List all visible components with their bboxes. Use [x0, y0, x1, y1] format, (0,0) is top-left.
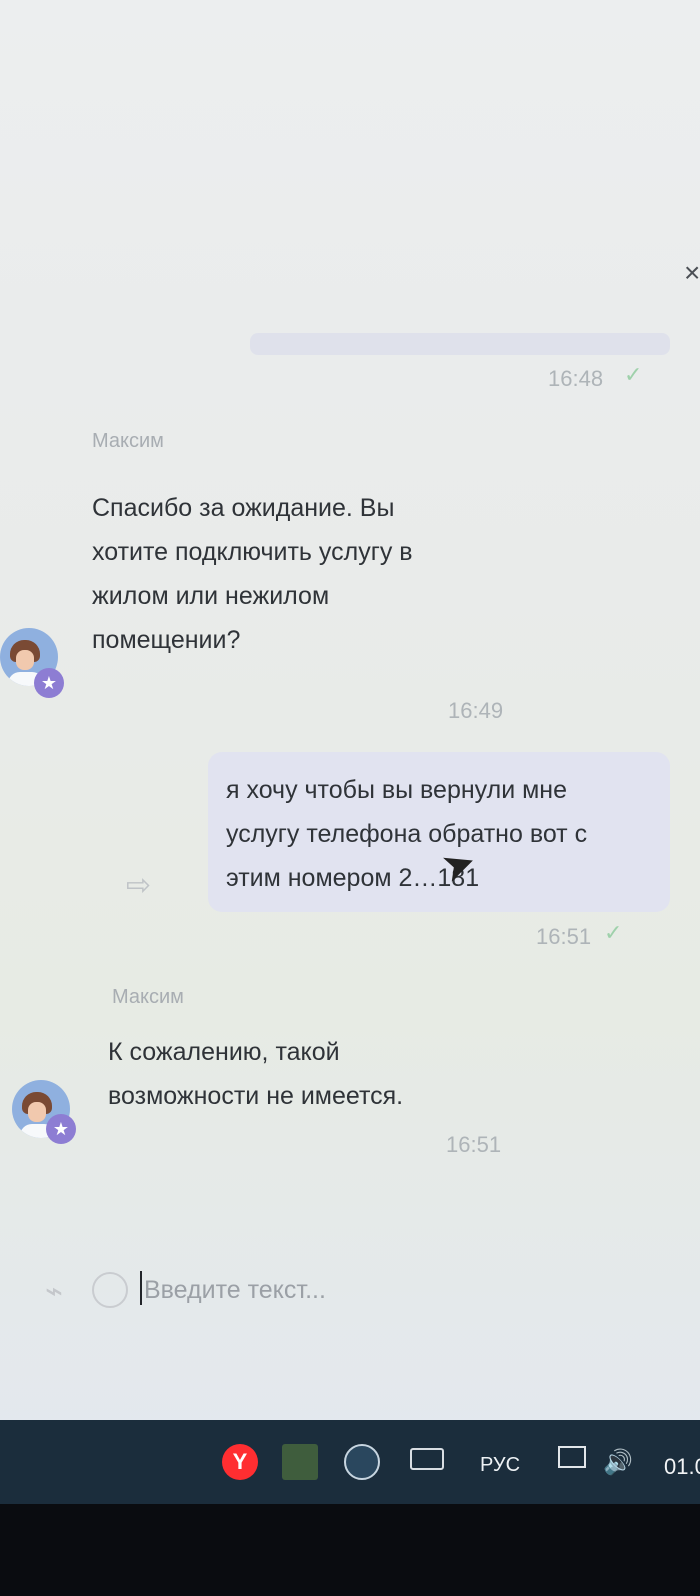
message-line: хотите подключить услугу в	[92, 538, 413, 566]
top-strip	[250, 333, 670, 355]
message-time: 16:51	[446, 1132, 502, 1157]
screen-bezel	[0, 1504, 700, 1596]
operator-message: К сожалению, такой возможности не имеетс…	[108, 1030, 403, 1118]
message-line: помещении?	[92, 626, 241, 654]
sender-name: Максим	[92, 430, 164, 452]
message-time: 16:49	[448, 698, 504, 723]
message-time: 16:51	[536, 924, 592, 949]
taskbar-date[interactable]: 01.0	[664, 1454, 700, 1480]
message-line: Спасибо за ожидание. Вы	[92, 494, 395, 522]
message-line: я хочу чтобы вы вернули мне	[226, 776, 568, 804]
network-icon[interactable]	[558, 1446, 586, 1468]
message-line: К сожалению, такой	[108, 1038, 340, 1066]
yandex-browser-icon[interactable]: Y	[222, 1444, 258, 1480]
message-composer: ⌁	[40, 1270, 660, 1318]
keyboard-icon[interactable]	[410, 1448, 444, 1470]
operator-message: Спасибо за ожидание. Вы хотите подключит…	[92, 486, 413, 662]
message-time: 16:48	[548, 366, 604, 391]
message-line: жилом или нежилом	[92, 582, 330, 610]
read-check-icon: ✓	[624, 362, 643, 387]
user-message: я хочу чтобы вы вернули мне услугу телеф…	[226, 768, 587, 900]
forward-icon[interactable]: ⇨	[126, 868, 151, 903]
close-icon[interactable]: ×	[684, 258, 700, 288]
nvidia-icon[interactable]	[282, 1444, 318, 1480]
message-line: возможности не имеется.	[108, 1082, 404, 1110]
message-line: услугу телефона обратно вот с	[226, 820, 588, 848]
volume-icon[interactable]: 🔊	[603, 1448, 633, 1477]
language-indicator[interactable]: РУС	[480, 1454, 520, 1477]
paperclip-icon[interactable]: ⌁	[45, 1274, 63, 1309]
chat-window: × 16:48 ✓ Максим Спасибо за ожидание. Вы…	[0, 0, 700, 1440]
message-line: этим номером 2…181	[226, 864, 480, 892]
steam-icon[interactable]	[344, 1444, 380, 1480]
taskbar: Y РУС 🔊 01.0	[0, 1420, 700, 1504]
emoji-icon[interactable]	[92, 1272, 128, 1308]
message-input[interactable]	[142, 1270, 646, 1310]
operator-badge-icon: ★	[34, 668, 64, 698]
sender-name: Максим	[112, 986, 184, 1008]
read-check-icon: ✓	[604, 920, 623, 945]
operator-badge-icon: ★	[46, 1114, 76, 1144]
